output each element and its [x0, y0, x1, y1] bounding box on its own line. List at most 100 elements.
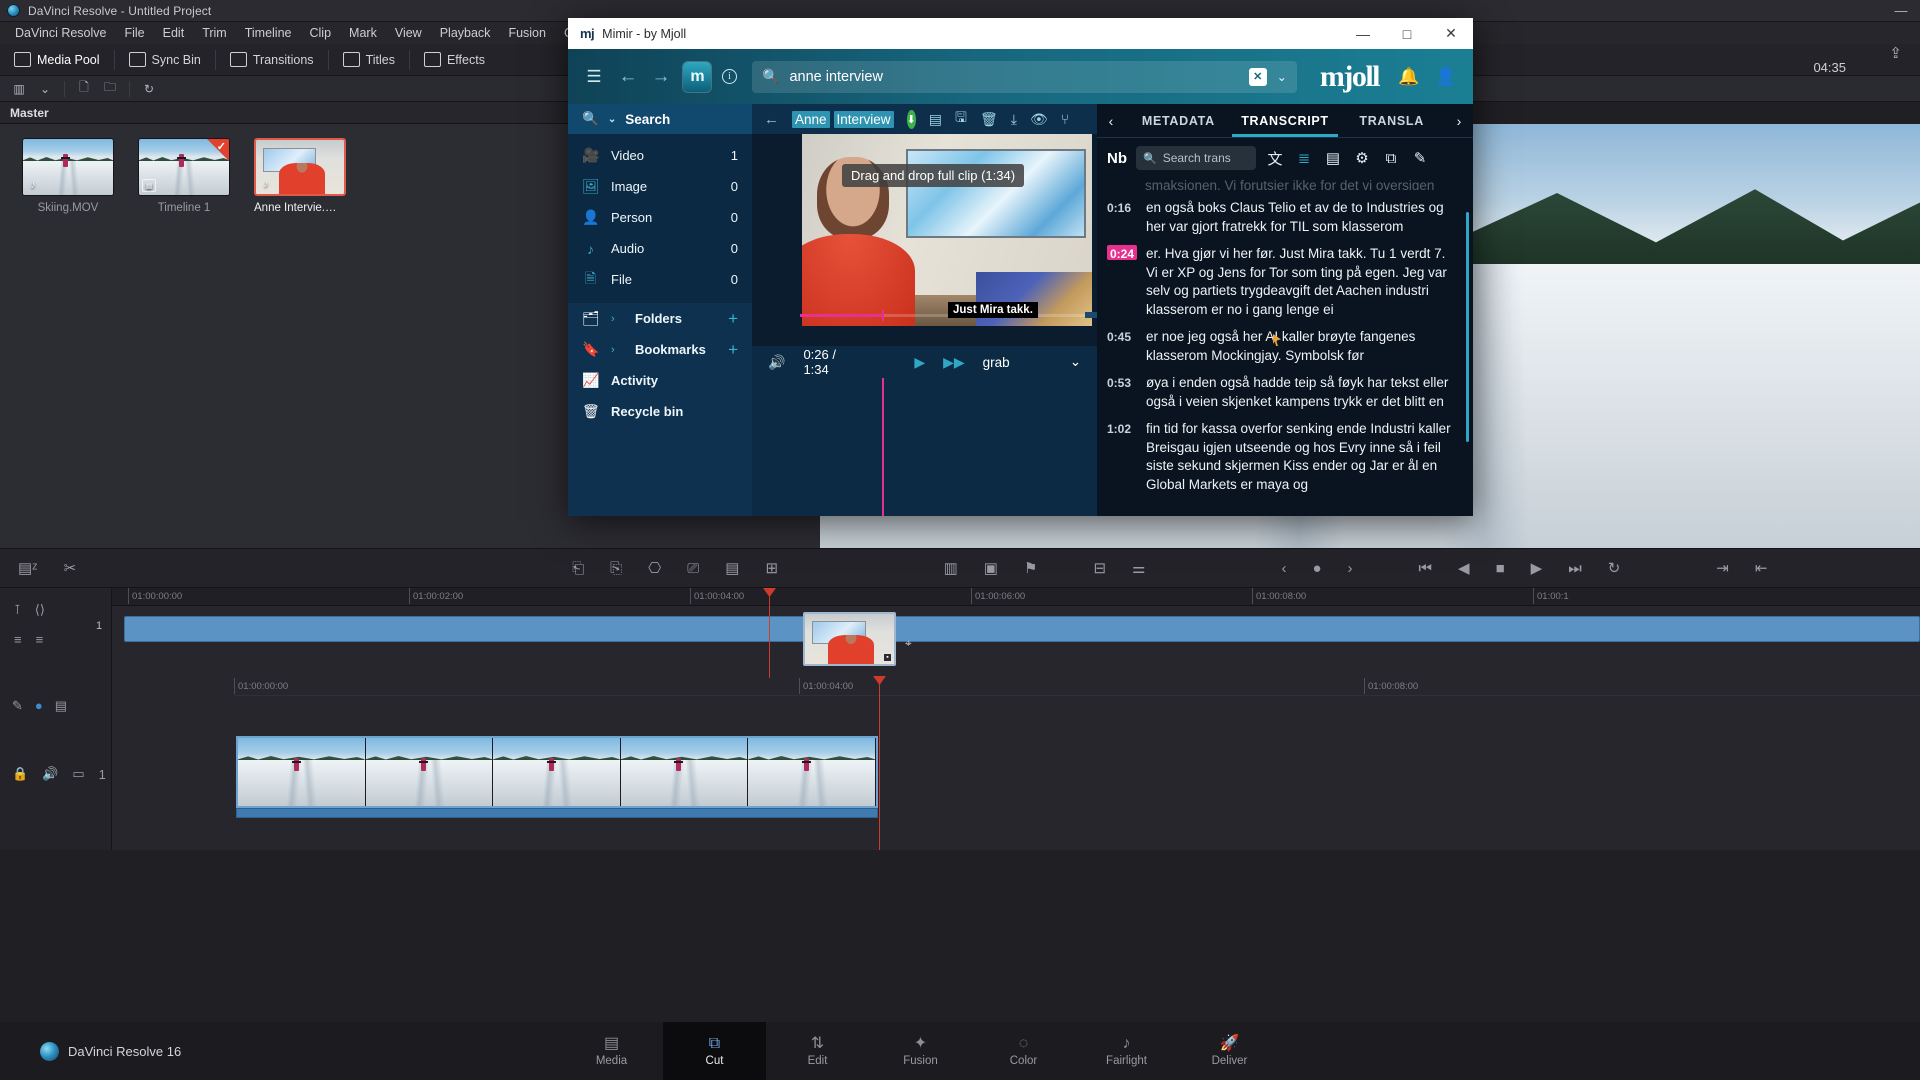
mimir-app-logo-icon[interactable]: m	[683, 61, 711, 92]
reverse-play-icon[interactable]: ◀	[1458, 559, 1470, 577]
page-edit[interactable]: ⇅ Edit	[766, 1022, 869, 1080]
player-timeline-area[interactable]	[752, 378, 1097, 516]
menu-item-timeline[interactable]: Timeline	[236, 22, 301, 44]
append-clip-icon[interactable]: ⊞	[765, 559, 778, 577]
clear-search-button[interactable]: ✕	[1248, 67, 1267, 86]
player-scrubber[interactable]	[752, 308, 1097, 322]
sidebar-search-header[interactable]: 🔍 ⌄ Search	[568, 104, 752, 134]
branch-icon[interactable]: ⑂	[1061, 111, 1069, 127]
export-icon[interactable]: ⤓	[1011, 111, 1017, 128]
back-arrow-icon[interactable]: ←	[617, 66, 639, 88]
list-view-icon[interactable]: ≣	[1294, 149, 1314, 167]
subtitle-view-icon[interactable]: ▤	[1323, 149, 1343, 167]
sidebar-filter-image[interactable]: 🖼 Image 0	[568, 171, 752, 202]
menu-item-fusion[interactable]: Fusion	[499, 22, 555, 44]
scrubber-handle[interactable]	[882, 310, 884, 321]
sidebar-filter-person[interactable]: 👤 Person 0	[568, 202, 752, 233]
copy-icon[interactable]: ⧉	[1381, 150, 1401, 167]
source-overwrite-icon[interactable]: ▤	[725, 559, 739, 577]
sidebar-group-bookmarks[interactable]: 🔖 › Bookmarks +	[568, 334, 752, 365]
transcript-timestamp[interactable]: 0:16	[1107, 199, 1137, 236]
media-pool-item[interactable]: ✓ ▦ Timeline 1	[138, 138, 230, 214]
eye-icon[interactable]: 👁	[1030, 111, 1048, 128]
delete-icon[interactable]: 🗑	[980, 111, 998, 128]
menu-item-file[interactable]: File	[115, 22, 153, 44]
mimir-minimize-button[interactable]: —	[1341, 18, 1385, 49]
timeline-video-clip-1[interactable]	[124, 616, 1920, 642]
chevron-right-icon[interactable]: ›	[611, 313, 623, 325]
toolbar-media-pool[interactable]: Media Pool	[0, 44, 114, 76]
import-folder-icon[interactable]: 🗀	[97, 79, 123, 99]
chevron-down-icon[interactable]: ⌄	[1070, 354, 1081, 370]
track-color-swatch[interactable]: ●	[35, 698, 43, 714]
add-button[interactable]: +	[728, 340, 738, 360]
sidebar-filter-audio[interactable]: ♪ Audio 0	[568, 233, 752, 264]
page-color[interactable]: ◌ Color	[972, 1022, 1075, 1080]
track-thumbnail-icon[interactable]: ▤	[55, 698, 67, 714]
refresh-icon[interactable]: ↻	[136, 79, 162, 99]
import-media-icon[interactable]: 🗋	[71, 79, 97, 99]
timeline-video-strip[interactable]	[236, 736, 878, 808]
timeline[interactable]: ⊺ ⟨⟩ ≡ ≡ ✎ ● ▤ 🔒 🔊 ▭ 1 1 01:00:00:00 01:0…	[0, 588, 1920, 850]
sidebar-group-folders[interactable]: 🗂 › Folders +	[568, 303, 752, 334]
media-pool-item[interactable]: ♪ Skiing.MOV	[22, 138, 114, 214]
volume-icon[interactable]: 🔊	[768, 354, 785, 371]
play-icon[interactable]: ▶	[1531, 559, 1543, 577]
color-tag-icon[interactable]: ✎	[12, 698, 23, 714]
page-fusion[interactable]: ✦ Fusion	[869, 1022, 972, 1080]
timeline-playhead-lower[interactable]	[879, 676, 880, 850]
marker-dot-icon[interactable]: ●	[1312, 560, 1321, 577]
skip-to-end-icon[interactable]: ⏭	[1568, 560, 1582, 577]
global-search-input[interactable]: 🔍 anne interview ✕ ⌄	[752, 60, 1297, 93]
info-icon[interactable]: i	[722, 69, 737, 84]
share-icon[interactable]: ⇪	[1889, 44, 1902, 62]
chevron-down-icon[interactable]: ⌄	[1277, 70, 1287, 84]
transcript-text[interactable]: øya i enden også hadde teip så føyk har …	[1146, 374, 1457, 411]
audio-trim-icon[interactable]: ⊟	[1093, 559, 1106, 577]
timeline-playhead-upper[interactable]	[769, 588, 770, 678]
toolbar-effects[interactable]: Effects	[410, 44, 499, 76]
chevron-left-icon[interactable]: ‹	[1097, 104, 1125, 137]
hamburger-menu-icon[interactable]: ☰	[582, 67, 606, 87]
menu-item-edit[interactable]: Edit	[154, 22, 194, 44]
chevron-right-icon[interactable]: ›	[1445, 104, 1473, 137]
add-button[interactable]: +	[728, 309, 738, 329]
play-icon[interactable]: ▶	[914, 354, 925, 371]
menu-item-trim[interactable]: Trim	[193, 22, 236, 44]
toolbar-sync-bin[interactable]: Sync Bin	[115, 44, 215, 76]
transcript-timestamp[interactable]: 1:02	[1107, 420, 1137, 494]
loop-icon[interactable]: ↻	[1608, 559, 1621, 577]
menu-item-mark[interactable]: Mark	[340, 22, 386, 44]
translate-icon[interactable]: 文	[1265, 148, 1285, 169]
speaker-icon[interactable]: 🔊	[42, 766, 58, 782]
menu-item-clip[interactable]: Clip	[301, 22, 341, 44]
toolbar-titles[interactable]: Titles	[329, 44, 409, 76]
transcript-text[interactable]: fin tid for kassa overfor senking ende I…	[1146, 420, 1457, 494]
monitor-icon[interactable]: ▭	[72, 766, 84, 782]
mimir-maximize-button[interactable]: □	[1385, 18, 1429, 49]
save-icon[interactable]: 🖫	[955, 107, 967, 131]
overwrite-clip-icon[interactable]: ⎘	[610, 560, 622, 577]
chevron-down-icon[interactable]: ⌄	[608, 114, 616, 125]
skip-to-start-icon[interactable]: ⏮	[1419, 560, 1433, 577]
transcript-text[interactable]: en også boks Claus Telio et av de to Ind…	[1146, 199, 1457, 236]
transcript-timestamp[interactable]: 0:24	[1107, 245, 1137, 261]
audio-waveform-icon[interactable]: ≡	[14, 632, 22, 647]
menu-item-playback[interactable]: Playback	[431, 22, 500, 44]
user-account-icon[interactable]: 👤	[1433, 67, 1459, 87]
tab-translation[interactable]: TRANSLA	[1338, 104, 1445, 137]
video-player[interactable]: Drag and drop full clip (1:34) Just Mira…	[752, 134, 1097, 346]
timeline-ruler[interactable]: 01:00:00:00 01:00:02:00 01:00:04:00 01:00:0…	[112, 588, 1920, 606]
tab-transcript[interactable]: TRANSCRIPT	[1232, 104, 1339, 137]
panel-layout-icon[interactable]: ▥	[6, 79, 32, 99]
transcript-list[interactable]: smaksjonen. Vi forutsier ikke for det vi…	[1097, 178, 1473, 516]
transcript-item[interactable]: 0:16 en også boks Claus Telio et av de to…	[1107, 199, 1457, 236]
notification-bell-icon[interactable]: 🔔	[1396, 67, 1422, 87]
snapshot-icon[interactable]: ▣	[984, 559, 998, 577]
forward-arrow-icon[interactable]: →	[650, 66, 672, 88]
download-icon[interactable]: ⬇	[906, 109, 916, 129]
transcript-item[interactable]: 1:02 fin tid for kassa overfor senking en…	[1107, 420, 1457, 494]
chevron-down-icon[interactable]: ⌄	[32, 79, 58, 99]
mimir-titlebar[interactable]: mj Mimir - by Mjoll — □ ✕	[568, 18, 1473, 49]
sidebar-link-activity[interactable]: 📈 Activity	[568, 365, 752, 396]
